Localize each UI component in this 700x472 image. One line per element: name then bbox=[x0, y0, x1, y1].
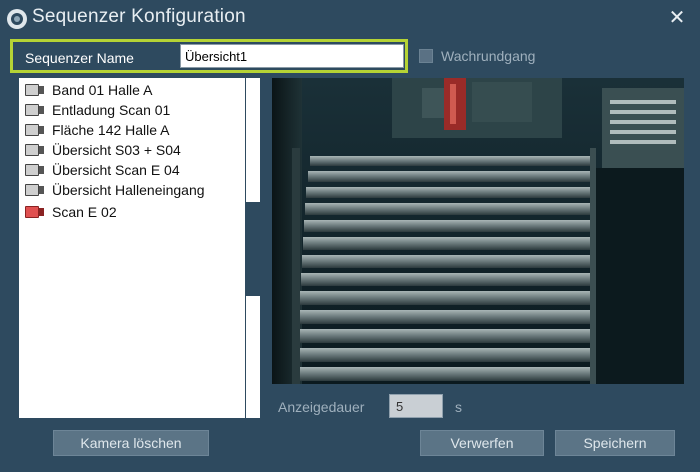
list-item[interactable]: Scan E 02 bbox=[25, 202, 117, 222]
list-item[interactable]: Übersicht Scan E 04 bbox=[25, 160, 180, 180]
camera-label: Band 01 Halle A bbox=[52, 82, 153, 98]
camera-label: Scan E 02 bbox=[52, 204, 117, 220]
scrollbar-track-bottom[interactable] bbox=[246, 296, 260, 418]
sequencer-name-input[interactable] bbox=[180, 44, 404, 68]
close-icon[interactable]: ✕ bbox=[662, 4, 692, 32]
camera-label: Übersicht Halleneingang bbox=[52, 182, 205, 198]
camera-icon bbox=[25, 104, 45, 116]
delete-camera-button[interactable]: Kamera löschen bbox=[53, 430, 209, 456]
sequencer-config-window: Sequenzer Konfiguration ✕ Sequenzer Name… bbox=[0, 0, 700, 472]
list-item[interactable]: Übersicht S03 + S04 bbox=[25, 140, 181, 160]
list-item[interactable]: Band 01 Halle A bbox=[25, 80, 152, 100]
camera-label: Übersicht Scan E 04 bbox=[52, 162, 180, 178]
display-duration-label: Anzeigedauer bbox=[278, 399, 365, 415]
save-button[interactable]: Speichern bbox=[555, 430, 675, 456]
camera-icon bbox=[25, 144, 45, 156]
discard-button[interactable]: Verwerfen bbox=[420, 430, 544, 456]
patrol-checkbox-label: Wachrundgang bbox=[441, 48, 536, 64]
camera-label: Entladung Scan 01 bbox=[52, 102, 171, 118]
camera-app-icon bbox=[7, 9, 27, 29]
display-duration-unit: s bbox=[455, 399, 462, 415]
camera-icon bbox=[25, 84, 45, 96]
camera-list: Band 01 Halle A Entladung Scan 01 Fläche… bbox=[19, 78, 245, 418]
display-duration-input[interactable] bbox=[389, 394, 443, 418]
list-item[interactable]: Entladung Scan 01 bbox=[25, 100, 170, 120]
sequencer-name-label: Sequenzer Name bbox=[25, 50, 134, 66]
camera-preview-image bbox=[272, 78, 684, 384]
list-item[interactable]: Fläche 142 Halle A bbox=[25, 120, 170, 140]
scrollbar-track-top[interactable] bbox=[246, 78, 260, 202]
sequencer-name-group: Sequenzer Name bbox=[10, 39, 408, 73]
camera-label: Übersicht S03 + S04 bbox=[52, 142, 181, 158]
camera-label: Fläche 142 Halle A bbox=[52, 122, 170, 138]
camera-list-scrollbar[interactable] bbox=[245, 78, 261, 418]
camera-active-icon bbox=[25, 206, 45, 218]
camera-icon bbox=[25, 164, 45, 176]
list-item[interactable]: Übersicht Halleneingang bbox=[25, 180, 205, 200]
window-title: Sequenzer Konfiguration bbox=[32, 6, 246, 27]
camera-icon bbox=[25, 184, 45, 196]
camera-icon bbox=[25, 124, 45, 136]
patrol-checkbox[interactable] bbox=[419, 49, 433, 63]
